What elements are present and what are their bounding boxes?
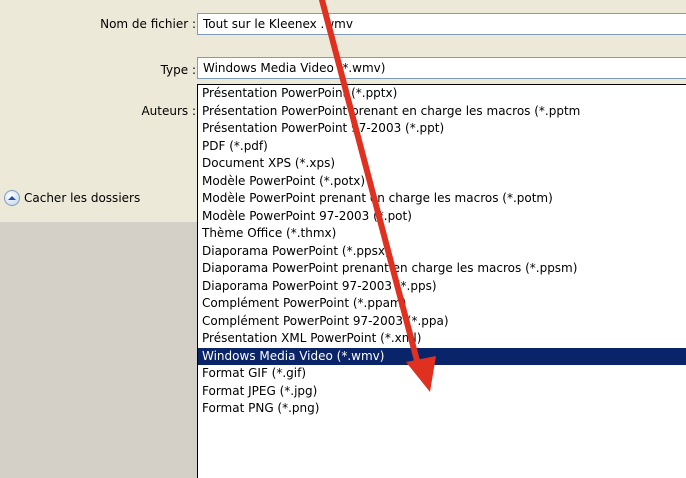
type-option[interactable]: Présentation PowerPoint (*.pptx) xyxy=(198,85,686,103)
authors-label: Auteurs : xyxy=(141,104,196,118)
type-option[interactable]: Format JPEG (*.jpg) xyxy=(198,383,686,401)
type-option[interactable]: Modèle PowerPoint (*.potx) xyxy=(198,173,686,191)
type-option[interactable]: Thème Office (*.thmx) xyxy=(198,225,686,243)
type-dropdown-list[interactable]: Présentation PowerPoint (*.pptx) Présenta… xyxy=(197,84,686,478)
type-option[interactable]: Diaporama PowerPoint (*.ppsx) xyxy=(198,243,686,261)
type-select[interactable]: Windows Media Video (*.wmv) xyxy=(197,57,686,79)
type-option[interactable]: PDF (*.pdf) xyxy=(198,138,686,156)
type-option[interactable]: Document XPS (*.xps) xyxy=(198,155,686,173)
type-option[interactable]: Modèle PowerPoint prenant en charge les … xyxy=(198,190,686,208)
sidebar-panel xyxy=(0,222,200,478)
type-option[interactable]: Format GIF (*.gif) xyxy=(198,365,686,383)
type-option[interactable]: Présentation PowerPoint prenant en charg… xyxy=(198,103,686,121)
hide-folders-label: Cacher les dossiers xyxy=(24,191,141,205)
type-option[interactable]: Format PNG (*.png) xyxy=(198,400,686,418)
type-label: Type : xyxy=(160,63,196,77)
type-option[interactable]: Complément PowerPoint 97-2003 (*.ppa) xyxy=(198,313,686,331)
type-option[interactable]: Présentation PowerPoint 97-2003 (*.ppt) xyxy=(198,120,686,138)
filename-label: Nom de fichier : xyxy=(100,17,196,31)
type-option[interactable]: Présentation XML PowerPoint (*.xml) xyxy=(198,330,686,348)
filename-input[interactable]: Tout sur le Kleenex .wmv xyxy=(197,13,686,35)
type-option[interactable]: Diaporama PowerPoint prenant en charge l… xyxy=(198,260,686,278)
type-option[interactable]: Modèle PowerPoint 97-2003 (*.pot) xyxy=(198,208,686,226)
type-option[interactable]: Windows Media Video (*.wmv) xyxy=(198,347,686,365)
hide-folders-button[interactable]: Cacher les dossiers xyxy=(4,188,140,208)
type-option[interactable]: Diaporama PowerPoint 97-2003 (*.pps) xyxy=(198,278,686,296)
chevron-up-icon xyxy=(4,190,20,206)
type-option[interactable]: Complément PowerPoint (*.ppam) xyxy=(198,295,686,313)
